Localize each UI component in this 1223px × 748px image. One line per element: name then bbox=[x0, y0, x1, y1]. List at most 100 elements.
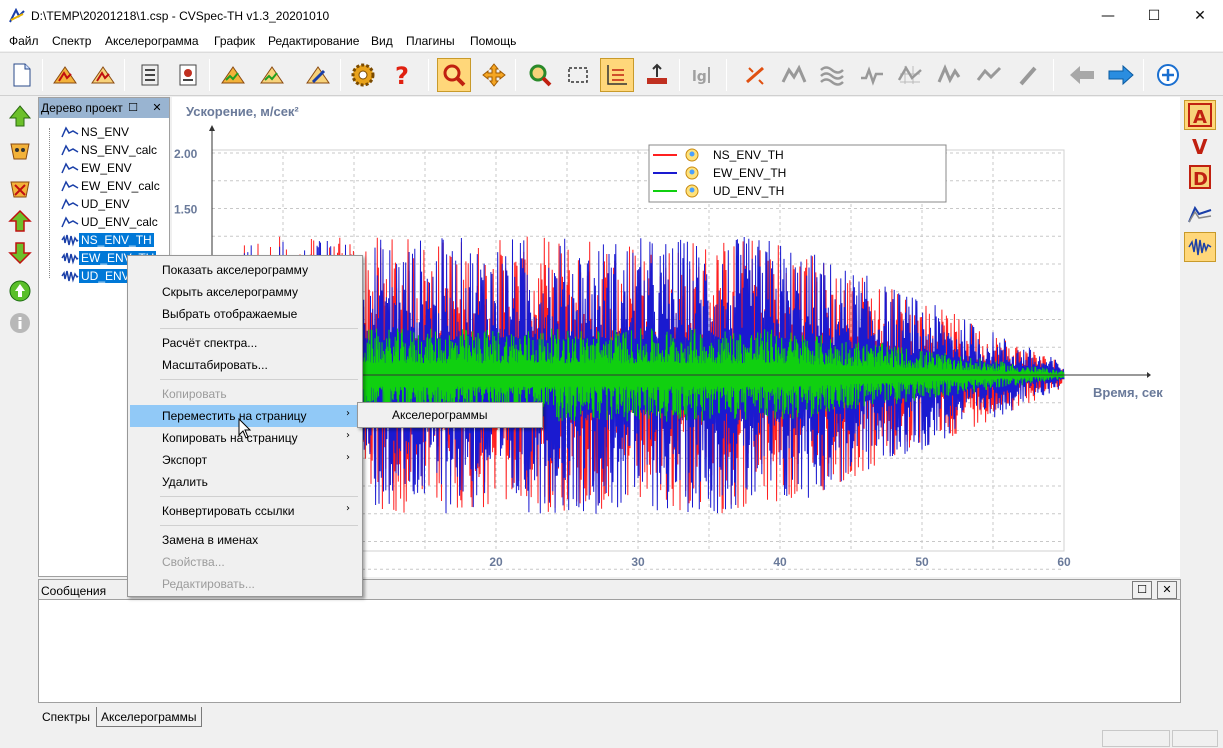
accelerogram-save-button[interactable] bbox=[255, 58, 289, 92]
menu-view[interactable]: Вид bbox=[371, 34, 393, 48]
tree-item-label: EW_ENV_calc bbox=[81, 179, 160, 193]
report-button[interactable] bbox=[171, 58, 205, 92]
maximize-button[interactable]: ☐ bbox=[1131, 0, 1177, 32]
menu-spectrum[interactable]: Спектр bbox=[52, 34, 91, 48]
messages-close-button[interactable]: ✕ bbox=[1157, 581, 1177, 599]
info-button[interactable] bbox=[6, 309, 34, 337]
menu-file[interactable]: Файл bbox=[9, 34, 39, 48]
tab-accelerograms[interactable]: Акселерограммы bbox=[96, 707, 202, 727]
project-tree-title: Дерево проекта bbox=[41, 101, 130, 115]
context-menu-item[interactable]: Замена в именах bbox=[130, 529, 360, 551]
context-menu-item[interactable]: Показать акселерограмму bbox=[130, 259, 360, 281]
menu-graph[interactable]: График bbox=[214, 34, 255, 48]
zoom-extents-button[interactable] bbox=[523, 58, 557, 92]
back-button[interactable] bbox=[1065, 58, 1099, 92]
document-button[interactable] bbox=[133, 58, 167, 92]
tree-item[interactable]: EW_ENV_calc bbox=[61, 177, 169, 195]
accelerogram-icon bbox=[61, 270, 79, 283]
context-menu-item[interactable]: Выбрать отображаемые bbox=[130, 303, 360, 325]
tab-spectra[interactable]: Спектры bbox=[38, 707, 94, 727]
context-menu-item-label: Выбрать отображаемые bbox=[162, 307, 298, 321]
close-button[interactable]: ✕ bbox=[1177, 0, 1223, 32]
arrow-down-icon bbox=[8, 242, 32, 265]
wave-tool-4-button[interactable] bbox=[893, 58, 927, 92]
mask-remove-button[interactable] bbox=[6, 175, 34, 203]
add-button[interactable] bbox=[1151, 58, 1185, 92]
submenu-item[interactable]: Акселерограммы bbox=[360, 404, 540, 426]
bulb-core-icon bbox=[689, 187, 695, 193]
pan-tool-button[interactable] bbox=[477, 58, 511, 92]
svg-text:V: V bbox=[1192, 135, 1208, 159]
accelerogram-icon bbox=[61, 234, 79, 247]
context-menu-item[interactable]: Расчёт спектра... bbox=[130, 332, 360, 354]
mode-a-button[interactable]: A bbox=[1184, 100, 1216, 130]
forward-button[interactable] bbox=[1104, 58, 1138, 92]
level-up-button[interactable] bbox=[6, 207, 34, 235]
level-down-button[interactable] bbox=[6, 239, 34, 267]
save-spectrum-button[interactable] bbox=[86, 58, 120, 92]
tree-item[interactable]: UD_ENV_calc bbox=[61, 213, 169, 231]
mode-d-button[interactable]: D bbox=[1184, 162, 1216, 192]
accelerogram-edit-button[interactable] bbox=[301, 58, 335, 92]
x-tick-label: 30 bbox=[631, 555, 645, 569]
tree-item[interactable]: EW_ENV bbox=[61, 159, 169, 177]
messages-maximize-button[interactable]: ☐ bbox=[1132, 581, 1152, 599]
gear-icon bbox=[351, 63, 375, 87]
menu-accelerogram[interactable]: Акселерограмма bbox=[105, 34, 199, 48]
settings-button[interactable] bbox=[346, 58, 380, 92]
wave-tool-1-button[interactable] bbox=[777, 58, 811, 92]
context-menu-item[interactable]: Удалить bbox=[130, 471, 360, 493]
letter-d-icon: D bbox=[1189, 165, 1211, 190]
scale-icon bbox=[647, 63, 667, 84]
menu-separator bbox=[160, 328, 358, 329]
tree-close-button[interactable]: ✕ bbox=[147, 99, 167, 117]
wave-tool-7-button[interactable] bbox=[1011, 58, 1045, 92]
status-pane-2 bbox=[1172, 730, 1218, 747]
new-file-button[interactable] bbox=[5, 58, 39, 92]
new-file-icon bbox=[13, 63, 31, 87]
accelerogram-view-button[interactable] bbox=[1184, 232, 1216, 262]
wave-tool-2-button[interactable] bbox=[815, 58, 849, 92]
y-tick-label: 2.00 bbox=[174, 147, 198, 161]
wave-tool-6-button[interactable] bbox=[972, 58, 1006, 92]
tree-item[interactable]: UD_ENV bbox=[61, 195, 169, 213]
context-menu-item[interactable]: Экспорт › bbox=[130, 449, 360, 471]
menu-plugins[interactable]: Плагины bbox=[406, 34, 455, 48]
y-axis-label: Ускорение, м/сек² bbox=[186, 104, 299, 119]
bulb-core-icon bbox=[689, 151, 695, 157]
spectrum-view-button[interactable] bbox=[1184, 198, 1216, 228]
status-bar bbox=[0, 728, 1223, 748]
wave-tool-3-button[interactable] bbox=[855, 58, 889, 92]
spectrum-icon bbox=[61, 126, 79, 138]
select-area-button[interactable] bbox=[561, 58, 595, 92]
go-up-button[interactable] bbox=[6, 277, 34, 305]
axis-mode-button[interactable] bbox=[600, 58, 634, 92]
tree-item-label: NS_ENV_TH bbox=[79, 233, 154, 247]
accelerogram-open-button[interactable] bbox=[216, 58, 250, 92]
log-scale-button[interactable]: lg bbox=[686, 58, 720, 92]
tree-maximize-button[interactable]: ☐ bbox=[123, 99, 143, 117]
mask-button[interactable] bbox=[6, 137, 34, 165]
tree-item[interactable]: NS_ENV_TH bbox=[61, 231, 169, 249]
axis-grid-icon bbox=[607, 65, 627, 85]
context-menu-item[interactable]: Масштабировать... bbox=[130, 354, 360, 376]
wave-tool-5-button[interactable] bbox=[932, 58, 966, 92]
page-tabs: Спектры Акселерограммы bbox=[38, 707, 438, 727]
move-up-button[interactable] bbox=[6, 102, 34, 130]
mode-v-button[interactable]: V bbox=[1184, 131, 1216, 161]
menu-edit[interactable]: Редактирование bbox=[268, 34, 359, 48]
tree-item[interactable]: NS_ENV_calc bbox=[61, 141, 169, 159]
context-menu-item-label: Копировать на страницу bbox=[162, 431, 298, 445]
context-menu-item[interactable]: Скрыть акселерограмму bbox=[130, 281, 360, 303]
plus-circle-icon bbox=[1157, 64, 1179, 86]
minimize-button[interactable]: — bbox=[1085, 0, 1131, 32]
help-button[interactable]: ? bbox=[385, 58, 419, 92]
special-tool-button[interactable] bbox=[739, 58, 773, 92]
tree-item[interactable]: NS_ENV bbox=[61, 123, 169, 141]
open-spectrum-button[interactable] bbox=[48, 58, 82, 92]
scale-tool-button[interactable] bbox=[640, 58, 674, 92]
signal-icon bbox=[861, 66, 883, 86]
menu-help[interactable]: Помощь bbox=[470, 34, 516, 48]
zoom-tool-button[interactable] bbox=[437, 58, 471, 92]
context-menu-item[interactable]: Конвертировать ссылки › bbox=[130, 500, 360, 522]
